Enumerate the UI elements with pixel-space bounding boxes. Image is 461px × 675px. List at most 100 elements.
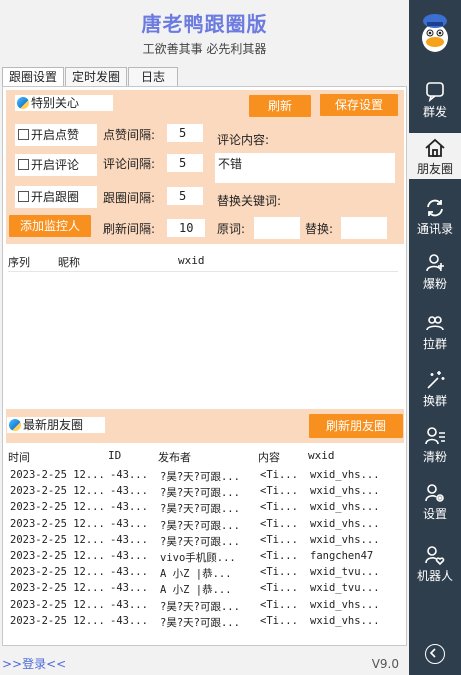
col-wxid: wxid	[308, 449, 335, 462]
cell-content: <Ti...	[260, 485, 298, 498]
replace-with-label: 替换:	[305, 222, 334, 236]
cell-content: <Ti...	[260, 469, 298, 481]
table-row[interactable]: 2023-2-25 12... -43... ?昊?天?可跟... <Ti... wxi…	[10, 501, 400, 517]
cell-wxid: wxid_vhs...	[310, 614, 380, 627]
save-settings-button[interactable]: 保存设置	[320, 94, 398, 116]
sidebar-item-broadcast[interactable]: 群发	[409, 76, 461, 122]
cell-time: 2023-2-25 12...	[10, 533, 105, 546]
sidebar-item-label: 群发	[422, 105, 447, 119]
sidebar-item-label: 清粉	[422, 450, 447, 464]
comment-interval-input[interactable]: 5	[167, 154, 203, 172]
cell-time: 2023-2-25 12...	[10, 517, 105, 530]
sidebar-item-moments[interactable]: 朋友圈	[409, 133, 461, 179]
tab-follow-settings[interactable]: 跟圈设置	[2, 67, 65, 86]
cell-time: 2023-2-25 12...	[10, 501, 105, 514]
cell-publisher: ?昊?天?可跟...	[160, 487, 240, 500]
app-title: 唐老鸭跟圈版	[141, 12, 268, 36]
refresh-interval-label: 刷新间隔:	[103, 222, 156, 236]
tab-scheduled-post[interactable]: 定时发圈	[65, 67, 128, 86]
sidebar-item-robot[interactable]: 机器人	[409, 540, 461, 586]
refresh-button[interactable]: 刷新	[249, 95, 311, 117]
version-label: V9.0	[371, 657, 399, 671]
user-settings-icon	[425, 484, 444, 502]
follow-interval-label: 跟圈间隔:	[103, 191, 156, 205]
table-row[interactable]: 2023-2-25 12... -43... ?昊?天?可跟... <Ti... wxi…	[10, 485, 400, 501]
user-list-icon	[425, 427, 445, 445]
special-care-header: 特别关心	[15, 95, 113, 111]
login-link[interactable]: >>登录<<	[2, 655, 66, 672]
table-row[interactable]: 2023-2-25 12... -43... vivo手机顾... <Ti... fan…	[10, 550, 400, 566]
cell-wxid: wxid_vhs...	[310, 517, 380, 530]
cell-id: -43...	[110, 469, 148, 481]
like-interval-input[interactable]: 5	[167, 124, 203, 142]
cell-content: <Ti...	[260, 550, 298, 562]
cell-wxid: wxid_vhs...	[310, 501, 380, 514]
table-row[interactable]: 2023-2-25 12... -43... ?昊?天?可跟... <Ti... wxi…	[10, 615, 400, 631]
cell-id: -43...	[110, 533, 148, 546]
add-monitor-button[interactable]: 添加监控人	[9, 215, 91, 237]
sidebar-item-label: 爆粉	[422, 277, 447, 291]
sidebar-item-fans[interactable]: 爆粉	[409, 248, 461, 294]
col-id: ID	[108, 449, 122, 462]
monitor-table-header: 序列 昵称 wxid	[8, 254, 398, 272]
latest-moments-title: 最新朋友圈	[23, 418, 84, 432]
sidebar-item-pull-group[interactable]: 拉群	[409, 308, 461, 354]
group-icon	[426, 316, 444, 331]
refresh-interval-input[interactable]: 10	[167, 219, 205, 237]
cell-wxid: wxid_tvu...	[310, 582, 380, 595]
enable-follow-checkbox[interactable]: 开启跟圈	[15, 186, 97, 208]
table-row[interactable]: 2023-2-25 12... -43... A 小Z |恭... <Ti... wxi…	[10, 566, 400, 582]
table-row[interactable]: 2023-2-25 12... -43... ?昊?天?可跟... <Ti... wxi…	[10, 534, 400, 550]
col-time: 时间	[8, 451, 30, 464]
cell-content: <Ti...	[260, 598, 298, 611]
original-word-label: 原词:	[217, 222, 246, 236]
cell-publisher: ?昊?天?可跟...	[160, 519, 240, 532]
sidebar-item-contacts[interactable]: 通讯录	[409, 193, 461, 239]
cell-publisher: ?昊?天?可跟...	[160, 471, 240, 483]
tab-log[interactable]: 日志	[128, 67, 179, 86]
enable-like-checkbox[interactable]: 开启点赞	[15, 124, 97, 146]
sidebar-item-settings[interactable]: 设置	[409, 478, 461, 524]
checkbox-box	[18, 159, 29, 170]
sidebar-item-swap-group[interactable]: 换群	[409, 365, 461, 411]
comment-content-input[interactable]: 不错	[215, 153, 395, 183]
table-row[interactable]: 2023-2-25 12... -43... ?昊?天?可跟... <Ti... wxi…	[10, 469, 400, 485]
sidebar-item-label: 拉群	[422, 337, 447, 351]
like-interval-label: 点赞间隔:	[103, 128, 156, 142]
enable-comment-checkbox[interactable]: 开启评论	[15, 154, 97, 176]
cell-content: <Ti...	[260, 501, 298, 514]
magic-wand-icon	[427, 371, 445, 389]
sidebar-item-label: 设置	[422, 507, 447, 521]
replace-keyword-label: 替换关键词:	[217, 194, 282, 208]
cell-wxid: wxid_tvu...	[310, 566, 380, 579]
table-row[interactable]: 2023-2-25 12... -43... A 小Z |恭... <Ti... wxi…	[10, 582, 400, 598]
cell-publisher: vivo手机顾...	[160, 552, 236, 564]
cell-id: -43...	[110, 598, 148, 611]
main-area: 唐老鸭跟圈版 工欲善其事 必先利其器 跟圈设置 定时发圈 日志 特别关心 刷新 …	[0, 0, 409, 675]
sidebar-item-label: 机器人	[416, 569, 453, 583]
refresh-moments-button[interactable]: 刷新朋友圈	[309, 414, 403, 438]
sidebar-item-label: 换群	[422, 394, 447, 408]
footer-bar: >>登录<< V9.0	[0, 652, 409, 675]
cell-publisher: ?昊?天?可跟...	[160, 535, 240, 548]
table-row[interactable]: 2023-2-25 12... -43... ?昊?天?可跟... <Ti... wxi…	[10, 599, 400, 615]
follow-interval-input[interactable]: 5	[167, 187, 203, 205]
cell-time: 2023-2-25 12...	[10, 485, 105, 498]
cell-time: 2023-2-25 12...	[10, 469, 105, 481]
cell-time: 2023-2-25 12...	[10, 550, 105, 562]
back-icon[interactable]	[425, 644, 445, 664]
settings-panel: 特别关心 刷新 保存设置 开启点赞 开启评论 开启跟圈 添加监控人 点赞间隔: …	[2, 86, 407, 646]
cell-content: <Ti...	[260, 566, 298, 579]
cell-id: -43...	[110, 582, 148, 595]
moments-table: 时间 ID 发布者 内容 wxid 2023-2-25 12... -43...?…	[6, 445, 404, 645]
original-word-input[interactable]	[254, 217, 300, 239]
sidebar-item-clean-fans[interactable]: 清粉	[409, 421, 461, 467]
home-icon	[425, 138, 445, 157]
checkbox-box	[18, 191, 29, 202]
table-row[interactable]: 2023-2-25 12... -43... ?昊?天?可跟... <Ti... wxi…	[10, 518, 400, 534]
cell-publisher: A 小Z |恭...	[160, 568, 232, 581]
cell-time: 2023-2-25 12...	[10, 598, 105, 611]
cell-publisher: ?昊?天?可跟...	[160, 503, 240, 516]
replace-with-input[interactable]	[341, 217, 387, 239]
sidebar-item-label: 通讯录	[416, 222, 453, 236]
